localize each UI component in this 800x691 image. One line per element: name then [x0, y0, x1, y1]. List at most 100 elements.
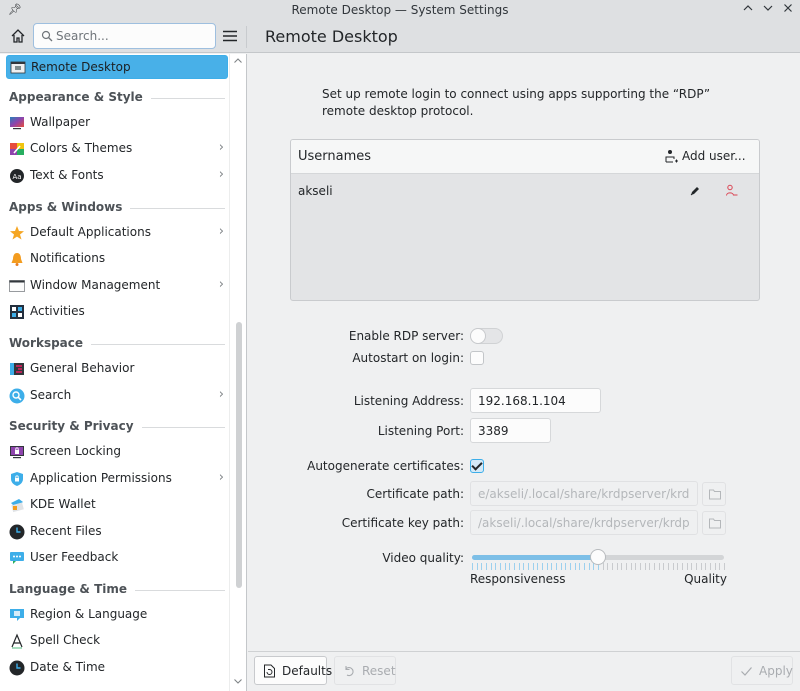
slider-tick: [686, 563, 688, 570]
video-quality-label: Video quality:: [382, 551, 464, 565]
sidebar-item-remote-desktop[interactable]: Remote Desktop: [6, 55, 228, 79]
folder-icon: [709, 518, 721, 529]
slider-tick: [644, 563, 646, 570]
sidebar-item-colors-themes[interactable]: Colors & Themes ›: [6, 137, 228, 161]
sidebar-item-search[interactable]: Search ›: [6, 384, 228, 408]
user-row[interactable]: akseli: [291, 175, 759, 207]
home-icon: [11, 29, 25, 43]
sidebar-item-label: Date & Time: [30, 660, 106, 674]
sidebar-item-activities[interactable]: Activities: [6, 300, 228, 324]
sidebar-item-wallpaper[interactable]: Wallpaper: [6, 111, 228, 135]
header-toolbar: Remote Desktop: [0, 20, 800, 53]
sidebar-item-region-language[interactable]: Region & Language: [6, 603, 228, 627]
slider-tick: [672, 563, 674, 570]
slider-tick: [486, 563, 487, 570]
slider-tick: [472, 563, 473, 570]
slider-tick: [570, 563, 571, 570]
close-button[interactable]: [780, 2, 796, 18]
slider-tick: [514, 563, 515, 570]
sidebar-item-label: Notifications: [30, 251, 106, 265]
scroll-up-icon[interactable]: [233, 56, 243, 69]
slider-tick: [696, 563, 697, 570]
bell-icon: [11, 253, 23, 266]
remove-user-icon[interactable]: [725, 184, 738, 197]
slider-tick: [490, 563, 492, 570]
slider-tick: [588, 563, 590, 570]
search-icon: [41, 30, 53, 42]
enable-rdp-toggle[interactable]: [470, 328, 503, 344]
defaults-button[interactable]: Defaults: [254, 656, 332, 685]
maximize-button[interactable]: [760, 2, 776, 18]
slider-tick: [532, 563, 534, 570]
slider-tick: [528, 563, 529, 570]
scroll-down-icon[interactable]: [233, 676, 243, 689]
video-quality-slider[interactable]: [470, 549, 726, 572]
slider-tick: [626, 563, 627, 570]
text-fonts-icon: Aa: [10, 169, 24, 183]
wallet-icon: [11, 499, 24, 513]
search-icon: [9, 388, 25, 404]
sidebar-item-spell-check[interactable]: Spell Check: [6, 629, 228, 653]
usernames-list: Usernames Add user... akseli: [290, 139, 760, 301]
slider-tick: [635, 563, 637, 570]
apply-button[interactable]: Apply: [731, 656, 793, 685]
slider-tick: [640, 563, 641, 570]
autostart-checkbox[interactable]: [470, 351, 484, 365]
footer-bar: Defaults Reset Apply: [248, 651, 800, 691]
autogenerate-certificates-label: Autogenerate certificates:: [307, 459, 464, 473]
sidebar: Remote Desktop Appearance & Style Wallpa…: [0, 54, 247, 691]
menu-button[interactable]: [222, 28, 238, 44]
description-text: Set up remote login to connect using app…: [322, 87, 711, 118]
undo-icon: [345, 666, 354, 677]
sidebar-item-label: Recent Files: [30, 524, 102, 538]
shield-icon: [11, 472, 23, 486]
sidebar-item-label: Region & Language: [30, 607, 148, 621]
home-button[interactable]: [8, 26, 28, 46]
autogenerate-certificates-checkbox[interactable]: [470, 459, 484, 473]
sidebar-item-recent-files[interactable]: Recent Files: [6, 520, 228, 544]
certificate-path-browse-button[interactable]: [702, 482, 726, 506]
sidebar-category-apps-windows: Apps & Windows: [9, 200, 225, 218]
sidebar-item-kde-wallet[interactable]: KDE Wallet: [6, 493, 228, 517]
edit-user-icon[interactable]: [689, 185, 701, 197]
minimize-button[interactable]: [740, 2, 756, 18]
sidebar-item-label: Activities: [30, 304, 85, 318]
sidebar-item-notifications[interactable]: Notifications: [6, 247, 228, 271]
screen-lock-icon: [10, 446, 24, 459]
listening-port-input[interactable]: [470, 418, 551, 443]
sidebar-item-default-applications[interactable]: Default Applications ›: [6, 221, 228, 245]
sidebar-item-application-permissions[interactable]: Application Permissions ›: [6, 467, 228, 491]
slider-tick: [700, 563, 702, 570]
slider-tick: [518, 563, 520, 570]
category-title: Language & Time: [9, 582, 136, 596]
sidebar-item-window-management[interactable]: Window Management ›: [6, 274, 228, 298]
sidebar-item-general-behavior[interactable]: General Behavior: [6, 357, 228, 381]
clock-icon: [9, 660, 25, 676]
slider-tick: [654, 563, 655, 570]
search-input[interactable]: [56, 27, 206, 45]
reset-button[interactable]: Reset: [334, 656, 396, 685]
scrollbar-thumb[interactable]: [236, 322, 242, 588]
window-icon: [9, 280, 25, 292]
sidebar-scrollbar[interactable]: [229, 54, 246, 691]
sidebar-category-appearance: Appearance & Style: [9, 90, 225, 108]
close-icon: [784, 4, 792, 12]
sidebar-item-text-fonts[interactable]: Aa Text & Fonts ›: [6, 164, 228, 188]
sidebar-item-label: Default Applications: [30, 225, 151, 239]
slider-tick: [565, 563, 567, 570]
certificate-key-path-browse-button[interactable]: [702, 511, 726, 535]
region-icon: [10, 609, 24, 621]
enable-rdp-label: Enable RDP server:: [348, 329, 464, 343]
star-icon: [10, 226, 24, 240]
listening-address-input[interactable]: [470, 388, 601, 413]
sidebar-item-label: Window Management: [30, 278, 161, 292]
slider-tick: [668, 563, 669, 570]
add-user-button[interactable]: Add user...: [665, 148, 749, 166]
sidebar-item-user-feedback[interactable]: User Feedback: [6, 546, 228, 570]
slider-fill: [472, 555, 598, 560]
title-bar: 📌︎ Remote Desktop — System Settings: [0, 0, 800, 20]
search-field[interactable]: [33, 23, 216, 49]
sidebar-item-date-time[interactable]: Date & Time: [6, 656, 228, 680]
slider-handle[interactable]: [590, 549, 606, 565]
sidebar-item-screen-locking[interactable]: Screen Locking: [6, 440, 228, 464]
